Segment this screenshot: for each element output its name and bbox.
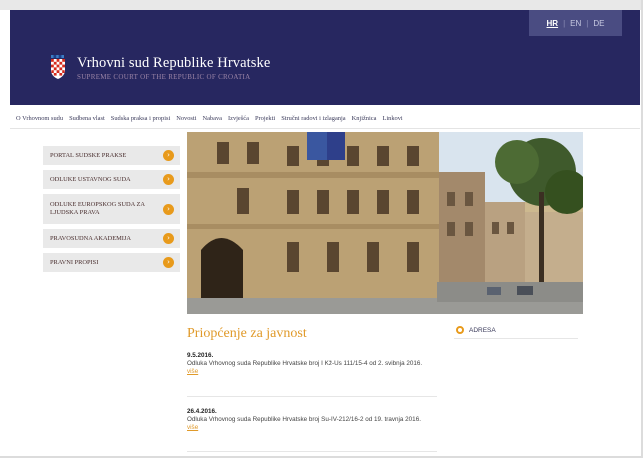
sidebar-item-odluke-europskog-suda[interactable]: ODLUKE EUROPSKOG SUDA ZA LJUDSKA PRAVA › (43, 194, 180, 224)
news-item: 9.5.2016. Odluka Vrhovnog suda Republike… (187, 352, 437, 376)
language-switcher: HR | EN | DE (529, 10, 622, 36)
address-label: ADRESA (469, 326, 496, 334)
address-widget[interactable]: ADRESA (454, 322, 578, 339)
news-divider (187, 396, 437, 397)
press-release-heading: Priopćenje za javnost (187, 326, 307, 341)
site-header: HR | EN | DE Vrhovni sud Republike Hrvat… (10, 10, 640, 105)
browser-top-edge (0, 0, 643, 10)
site-subtitle: SUPREME COURT OF THE REPUBLIC OF CROATIA (77, 73, 251, 81)
news-item: 26.4.2016. Odluka Vrhovnog suda Republik… (187, 408, 437, 432)
lang-hr-link[interactable]: HR (542, 19, 564, 28)
sidebar-item-pravosudna-akademija[interactable]: PRAVOSUDNA AKADEMIJA › (43, 229, 180, 248)
croatian-coat-of-arms-icon[interactable] (50, 55, 66, 79)
chevron-right-icon: › (163, 150, 174, 161)
news-date: 9.5.2016. (187, 352, 214, 359)
main-navigation: O Vrhovnom sudu Sudbena vlast Sudska pra… (10, 110, 640, 126)
news-date: 26.4.2016. (187, 408, 217, 415)
courthouse-hero-image (187, 132, 583, 314)
news-text[interactable]: Odluka Vrhovnog suda Republike Hrvatske … (187, 360, 437, 368)
sidebar-item-label: ODLUKE USTAVNOG SUDA (50, 175, 131, 183)
site-title[interactable]: Vrhovni sud Republike Hrvatske (77, 55, 270, 72)
sidebar-item-odluke-ustavnog-suda[interactable]: ODLUKE USTAVNOG SUDA › (43, 170, 180, 189)
nav-item-o-vrhovnom-sudu[interactable]: O Vrhovnom sudu (16, 115, 63, 122)
nav-item-strucni-radovi[interactable]: Stručni radovi i izlaganja (281, 115, 345, 122)
news-more-link[interactable]: više (187, 424, 437, 432)
nav-item-knjiznica[interactable]: Knjižnica (352, 115, 377, 122)
lang-en-link[interactable]: EN (565, 19, 586, 28)
nav-divider (10, 128, 640, 129)
nav-item-linkovi[interactable]: Linkovi (382, 115, 402, 122)
chevron-right-icon: › (163, 174, 174, 185)
sidebar-item-portal-sudske-prakse[interactable]: PORTAL SUDSKE PRAKSE › (43, 146, 180, 165)
sidebar-item-pravni-propisi[interactable]: PRAVNI PROPISI › (43, 253, 180, 272)
sidebar-item-label: PORTAL SUDSKE PRAKSE (50, 151, 127, 159)
nav-item-projekti[interactable]: Projekti (255, 115, 275, 122)
nav-item-sudska-praksa[interactable]: Sudska praksa i propisi (111, 115, 170, 122)
chevron-right-icon: › (163, 203, 174, 215)
news-divider (187, 451, 437, 452)
sidebar-item-label: ODLUKE EUROPSKOG SUDA ZA LJUDSKA PRAVA (50, 201, 145, 216)
sidebar-item-label: PRAVOSUDNA AKADEMIJA (50, 234, 132, 242)
nav-item-sudbena-vlast[interactable]: Sudbena vlast (69, 115, 105, 122)
news-text[interactable]: Odluka Vrhovnog suda Republike Hrvatske … (187, 416, 437, 424)
circle-bullet-icon (456, 326, 464, 334)
lang-de-link[interactable]: DE (588, 19, 609, 28)
sidebar-links: PORTAL SUDSKE PRAKSE › ODLUKE USTAVNOG S… (43, 146, 180, 277)
chevron-right-icon: › (163, 233, 174, 244)
nav-item-nabava[interactable]: Nabava (202, 115, 222, 122)
nav-item-izvjesca[interactable]: Izvješća (228, 115, 249, 122)
sidebar-item-label: PRAVNI PROPISI (50, 258, 99, 266)
news-more-link[interactable]: više (187, 368, 437, 376)
chevron-right-icon: › (163, 257, 174, 268)
nav-item-novosti[interactable]: Novosti (176, 115, 196, 122)
